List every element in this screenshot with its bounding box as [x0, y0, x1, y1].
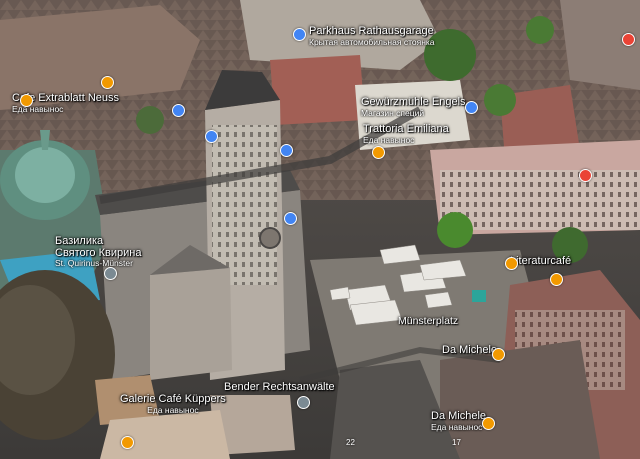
map-view[interactable]: Parkhaus Rathausgarage Крытая автомобиль… [0, 0, 640, 459]
poi-trattoria[interactable]: Trattoria Emiliana Еда навынос [363, 123, 449, 145]
poi-name: Trattoria Emiliana [363, 123, 449, 135]
place-icon[interactable] [297, 396, 310, 409]
poi-name: Da Michele [431, 410, 487, 422]
poi-literaturcafe[interactable]: Literaturcafé [510, 255, 572, 268]
shop-icon[interactable] [280, 144, 293, 157]
street-number: 22 [346, 438, 355, 447]
poi-gewurzmuhle[interactable]: Gewürzmühle Engels Магазин специй [361, 96, 466, 118]
restaurant-icon[interactable] [121, 436, 134, 449]
poi-subtitle: St. Quirinus-Münster [55, 258, 133, 269]
restaurant-icon[interactable] [550, 273, 563, 286]
poi-name: Literaturcafé [510, 255, 572, 267]
shop-icon[interactable] [205, 130, 218, 143]
place-red-icon[interactable] [622, 33, 635, 46]
poi-basilika[interactable]: Базилика Святого Квирина St. Quirinus-Mü… [55, 235, 141, 269]
street-number: 17 [452, 438, 461, 447]
poi-category: Крытая автомобильная стоянка [309, 36, 435, 47]
poi-category: Магазин специй [361, 107, 425, 118]
poi-category: Еда навынос [431, 421, 483, 432]
restaurant-icon[interactable] [20, 94, 33, 107]
poi-category: Еда навынос [147, 404, 199, 415]
poi-da-michele-1[interactable]: Da Michele [442, 344, 498, 357]
restaurant-icon[interactable] [372, 146, 385, 159]
poi-munsterplatz[interactable]: Münsterplatz [398, 315, 459, 327]
restaurant-icon[interactable] [482, 417, 495, 430]
poi-name: Parkhaus Rathausgarage [309, 25, 434, 37]
poi-galerie-kuppers[interactable]: Galerie Café Küppers Еда навынос [120, 393, 226, 415]
poi-name: Da Michele [442, 344, 498, 356]
poi-category: Еда навынос [12, 103, 64, 114]
poi-name: Bender Rechtsanwälte [224, 381, 335, 393]
poi-name: Galerie Café Küppers [120, 393, 226, 405]
shop-icon[interactable] [284, 212, 297, 225]
poi-name-line1: Базилика [55, 235, 104, 247]
restaurant-icon[interactable] [492, 348, 505, 361]
poi-bender[interactable]: Bender Rechtsanwälte [224, 381, 335, 394]
place-red-icon[interactable] [579, 169, 592, 182]
poi-name: Gewürzmühle Engels [361, 96, 466, 108]
poi-category: Еда навынос [363, 134, 415, 145]
church-icon[interactable] [104, 267, 117, 280]
restaurant-icon[interactable] [505, 257, 518, 270]
shop-icon[interactable] [172, 104, 185, 117]
poi-parkhaus[interactable]: Parkhaus Rathausgarage Крытая автомобиль… [293, 25, 435, 47]
poi-name: Münsterplatz [398, 315, 459, 327]
restaurant-icon[interactable] [101, 76, 114, 89]
parking-icon [293, 28, 306, 41]
shop-icon[interactable] [465, 101, 478, 114]
poi-da-michele-2[interactable]: Da Michele Еда навынос [431, 410, 487, 432]
